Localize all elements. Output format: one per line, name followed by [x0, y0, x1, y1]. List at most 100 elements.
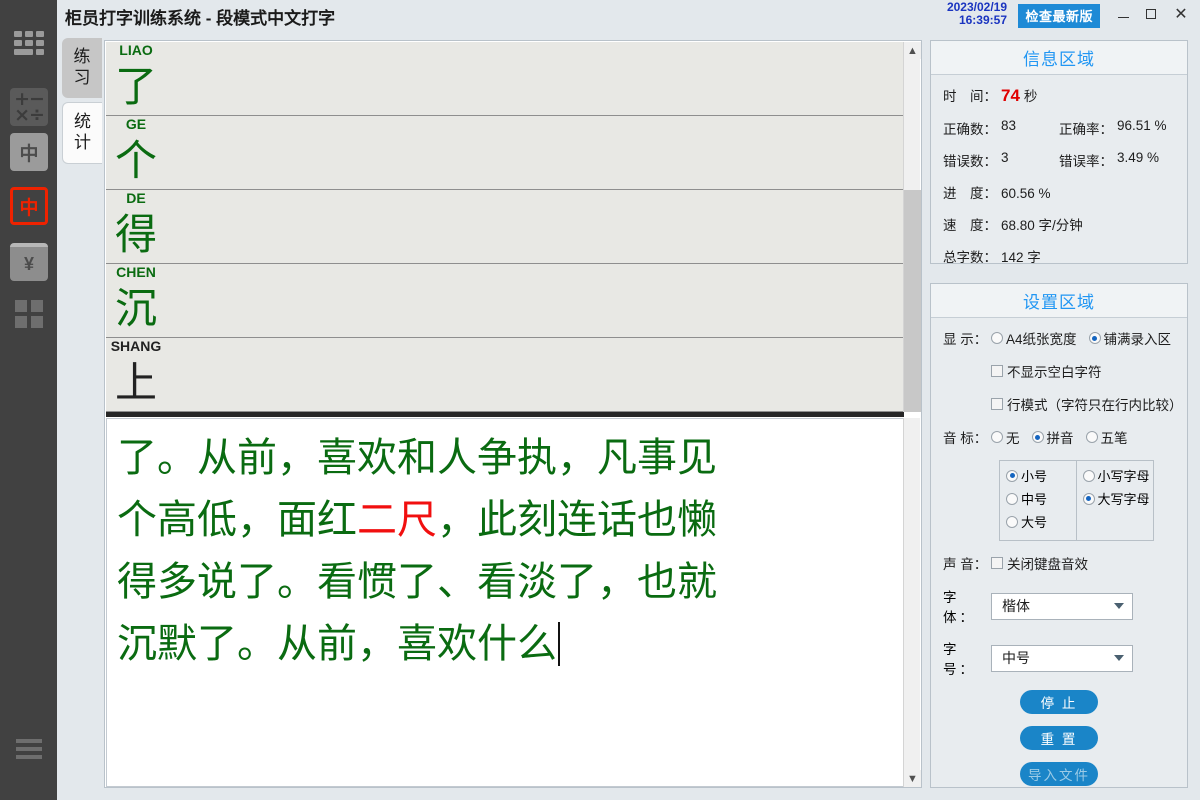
font-family-select[interactable]: 楷体: [991, 592, 1133, 620]
radio-size-large[interactable]: 大号: [1006, 512, 1076, 531]
tab-statistics-char-1: 统: [74, 112, 91, 131]
radio-phonetic-wubi-label: 五笔: [1100, 431, 1128, 446]
checkbox-hide-blank-label: 不显示空白字符: [1007, 365, 1102, 380]
target-pane-scrollbar[interactable]: ▲: [903, 42, 921, 412]
radio-phonetic-none[interactable]: 无: [991, 427, 1020, 447]
radio-phonetic-wubi[interactable]: 五笔: [1085, 427, 1128, 447]
chevron-down-icon: [1114, 655, 1124, 661]
checkbox-mute-keyboard[interactable]: 关闭键盘音效: [991, 553, 1088, 573]
close-button[interactable]: ✕: [1168, 4, 1194, 24]
input-pane-scrollbar[interactable]: ▼: [903, 418, 921, 787]
typed-line: 了。从前，喜欢和人争执，凡事见: [117, 427, 893, 489]
setting-row-font: 字 体： 楷体: [943, 586, 1175, 626]
maximize-button[interactable]: [1138, 4, 1164, 24]
time-label: 时 间：: [943, 89, 997, 104]
radio-phonetic-wubi-icon: [1085, 431, 1098, 443]
typed-correct-text: 沉默了。从前，喜欢什么: [117, 621, 557, 667]
radio-case-lower-icon: [1082, 469, 1095, 482]
setting-row-line-mode: 行模式（字符只在行内比较）: [943, 394, 1183, 414]
tab-practice[interactable]: 练 习: [62, 38, 102, 98]
radio-size-medium[interactable]: 中号: [1006, 489, 1076, 508]
radio-phonetic-pinyin-icon: [1031, 431, 1044, 443]
radio-phonetic-pinyin[interactable]: 拼音: [1031, 427, 1074, 447]
info-panel: 信息区域 时 间： 74 秒 正确数： 83 正确率： 96.51 % 错误数：…: [930, 40, 1188, 266]
chinese-ime-icon[interactable]: 中: [10, 133, 48, 171]
target-text-row: DE得DUO多SHUO说LIAO了。KAN看GUAN惯LIAO了、KAN看DAN…: [106, 190, 904, 264]
typed-error-text: 二尺: [357, 497, 437, 543]
typed-line: 沉默了。从前，喜欢什么: [117, 613, 893, 675]
display-label: 显 示：: [943, 332, 988, 347]
yen-currency-icon[interactable]: ¥: [10, 243, 48, 281]
pinyin-label: DE: [126, 190, 146, 206]
typed-correct-text: 得多说了。看惯了、看淡了，也就: [117, 559, 717, 605]
scrollbar-thumb[interactable]: [904, 190, 921, 412]
info-row-total: 总字数： 142 字: [943, 246, 1175, 266]
radio-a4-width[interactable]: A4纸张宽度: [991, 328, 1077, 348]
correct-value: 83: [1001, 118, 1017, 133]
chinese-ime-active-glyph: 中: [19, 197, 39, 219]
font-size-select[interactable]: 中号: [991, 644, 1133, 672]
text-caret: [558, 622, 560, 666]
sound-label: 声 音：: [943, 557, 988, 572]
settings-panel-body: 显 示： A4纸张宽度 铺满录入区 不显示空白字符 行模式（字符只在行内比较） …: [931, 318, 1187, 786]
setting-row-fontsize: 字 号： 中号: [943, 638, 1175, 678]
target-char: 上: [114, 358, 157, 407]
radio-case-upper-label: 大写字母: [1097, 492, 1150, 507]
yen-glyph: ¥: [23, 253, 34, 274]
window-title: 柜员打字训练系统 - 段模式中文打字: [65, 9, 336, 28]
pinyin-label: GE: [125, 116, 147, 132]
check-update-button[interactable]: 检查最新版: [1018, 4, 1100, 28]
radio-case-lower[interactable]: 小写字母: [1082, 466, 1154, 485]
target-char: 了: [114, 62, 157, 111]
info-panel-body: 时 间： 74 秒 正确数： 83 正确率： 96.51 % 错误数： 3 错误…: [931, 75, 1187, 266]
target-text-row: LIAO了。CONG从QIAN前，XI喜HUAN欢HE和REN人ZHENG争ZH…: [106, 42, 904, 116]
info-row-correct: 正确数： 83 正确率： 96.51 %: [943, 118, 1175, 138]
setting-row-phonetic: 音 标： 无 拼音 五笔: [943, 427, 1175, 447]
info-row-error: 错误数： 3 错误率： 3.49 %: [943, 150, 1175, 170]
error-value: 3: [1001, 150, 1009, 165]
radio-size-medium-label: 中号: [1021, 492, 1048, 507]
math-operators-icon[interactable]: +− ×÷: [10, 88, 48, 126]
tab-practice-char-2: 习: [73, 68, 91, 87]
target-char: 沉: [114, 284, 157, 333]
radio-fill-input-area-label: 铺满录入区: [1103, 332, 1172, 347]
typing-input-area[interactable]: 了。从前，喜欢和人争执，凡事见 个高低，面红二尺，此刻连话也懒得多说了。看惯了、看…: [106, 418, 904, 787]
radio-fill-input-area[interactable]: 铺满录入区: [1088, 328, 1172, 348]
setting-row-sound: 声 音： 关闭键盘音效: [943, 553, 1175, 573]
scroll-up-icon[interactable]: ▲: [904, 42, 921, 59]
reset-button[interactable]: 重 置: [1020, 726, 1098, 750]
radio-size-large-icon: [1006, 515, 1018, 528]
hamburger-menu-icon[interactable]: [10, 730, 48, 768]
scroll-down-icon[interactable]: ▼: [904, 770, 921, 787]
target-text-row: SHANG上，XI喜NU怒AI哀YUE乐，BU不JIA加YAN掩SHI饰，CI此…: [106, 338, 904, 412]
progress-value: 60.56 %: [1001, 186, 1051, 201]
radio-a4-width-icon: [991, 332, 1003, 344]
target-text-row: GE个GAO高DI低，MIAN面HONG红ER耳CHI赤，CI此KE刻LIAN连…: [106, 116, 904, 190]
checkbox-line-mode[interactable]: 行模式（字符只在行内比较）: [991, 394, 1183, 414]
title-bar: 柜员打字训练系统 - 段模式中文打字 2023/02/19 16:39:57 检…: [57, 0, 1200, 28]
tab-statistics[interactable]: 统 计: [62, 102, 102, 164]
pinyin-label: LIAO: [119, 42, 153, 58]
typed-line: 个高低，面红二尺，此刻连话也懒: [117, 489, 893, 551]
time-unit: 秒: [1023, 89, 1038, 104]
tab-statistics-char-2: 计: [74, 133, 91, 152]
checkbox-hide-blank[interactable]: 不显示空白字符: [991, 361, 1102, 381]
settings-panel-header: 设置区域: [931, 284, 1187, 318]
main-panel: LIAO了。CONG从QIAN前，XI喜HUAN欢HE和REN人ZHENG争ZH…: [104, 40, 922, 788]
tab-practice-char-1: 练: [73, 47, 91, 66]
radio-case-upper[interactable]: 大写字母: [1082, 489, 1154, 508]
grid4-icon[interactable]: [10, 295, 48, 333]
font-family-value: 楷体: [1002, 598, 1030, 614]
font-label: 字 体：: [943, 590, 976, 625]
total-value: 142 字: [1001, 250, 1041, 265]
grid9-icon[interactable]: [10, 24, 48, 62]
stop-button[interactable]: 停 止: [1020, 690, 1098, 714]
target-char-cell: SHANG 上: [110, 338, 162, 411]
chinese-ime-active-icon[interactable]: 中: [10, 187, 48, 225]
import-file-button[interactable]: 导入文件: [1020, 762, 1098, 786]
checkbox-mute-keyboard-label: 关闭键盘音效: [1007, 557, 1088, 572]
checkbox-mute-keyboard-icon: [991, 557, 1003, 569]
minimize-button[interactable]: [1110, 4, 1136, 24]
chinese-ime-glyph: 中: [19, 143, 39, 165]
radio-size-small[interactable]: 小号: [1006, 466, 1076, 485]
